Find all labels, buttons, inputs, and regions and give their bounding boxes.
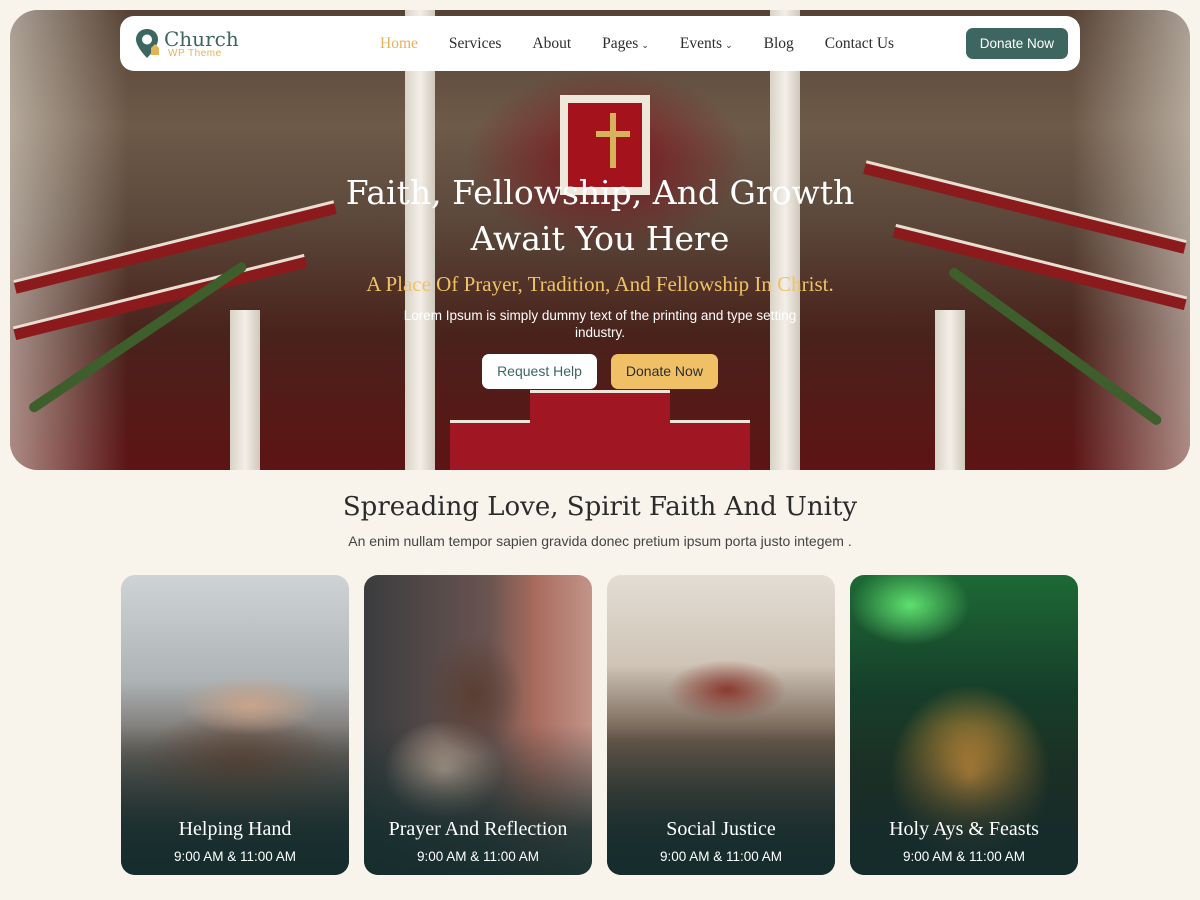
nav-item-home[interactable]: Home (380, 35, 418, 53)
nav-item-events[interactable]: Events ⌄ (680, 35, 733, 53)
nav-item-contact[interactable]: Contact Us (825, 35, 894, 53)
service-card-holy-days[interactable]: Holy Ays & Feasts 9:00 AM & 11:00 AM (850, 575, 1078, 875)
hero-column (935, 310, 965, 470)
map-pin-icon (134, 28, 160, 60)
hero-column (230, 310, 260, 470)
nav-item-about[interactable]: About (532, 35, 571, 53)
card-title: Holy Ays & Feasts (889, 818, 1039, 840)
hero-subtitle: A Place Of Prayer, Tradition, And Fellow… (366, 272, 834, 296)
card-time: 9:00 AM & 11:00 AM (416, 849, 540, 864)
top-navbar: Church WP Theme Home Services About Page… (120, 16, 1080, 71)
nav-donate-button[interactable]: Donate Now (965, 28, 1068, 59)
card-title: Social Justice (666, 818, 776, 840)
card-title: Prayer And Reflection (388, 818, 568, 840)
nav-item-services[interactable]: Services (449, 35, 502, 53)
nav-item-pages[interactable]: Pages ⌄ (602, 35, 649, 53)
brand-tagline: WP Theme (168, 47, 222, 59)
chevron-down-icon: ⌄ (725, 39, 733, 50)
brand-logo[interactable]: Church WP Theme (134, 28, 364, 60)
brand-name: Church (164, 26, 239, 51)
card-time: 9:00 AM & 11:00 AM (173, 849, 297, 864)
hero-description: Lorem Ipsum is simply dummy text of the … (403, 308, 797, 340)
section-description: An enim nullam tempor sapien gravida don… (348, 533, 852, 549)
chevron-down-icon: ⌄ (641, 39, 649, 50)
hero-stairs (530, 390, 670, 430)
service-card-prayer-reflection[interactable]: Prayer And Reflection 9:00 AM & 11:00 AM (364, 575, 592, 875)
nav-item-blog[interactable]: Blog (764, 35, 794, 53)
card-time: 9:00 AM & 11:00 AM (902, 849, 1026, 864)
hero-donate-button[interactable]: Donate Now (610, 354, 718, 389)
service-card-helping-hand[interactable]: Helping Hand 9:00 AM & 11:00 AM (121, 575, 349, 875)
hero-title: Faith, Fellowship, And Growth Await You … (345, 173, 855, 258)
section-title: Spreading Love, Spirit Faith And Unity (342, 492, 858, 522)
hero-actions: Request Help Donate Now (0, 354, 1200, 389)
request-help-button[interactable]: Request Help (482, 354, 597, 389)
card-time: 9:00 AM & 11:00 AM (659, 849, 783, 864)
service-card-social-justice[interactable]: Social Justice 9:00 AM & 11:00 AM (607, 575, 835, 875)
main-menu: Home Services About Pages ⌄ Events ⌄ Blog … (380, 35, 894, 53)
service-cards: Helping Hand 9:00 AM & 11:00 AM Prayer A… (121, 575, 1078, 875)
card-title: Helping Hand (178, 818, 292, 840)
